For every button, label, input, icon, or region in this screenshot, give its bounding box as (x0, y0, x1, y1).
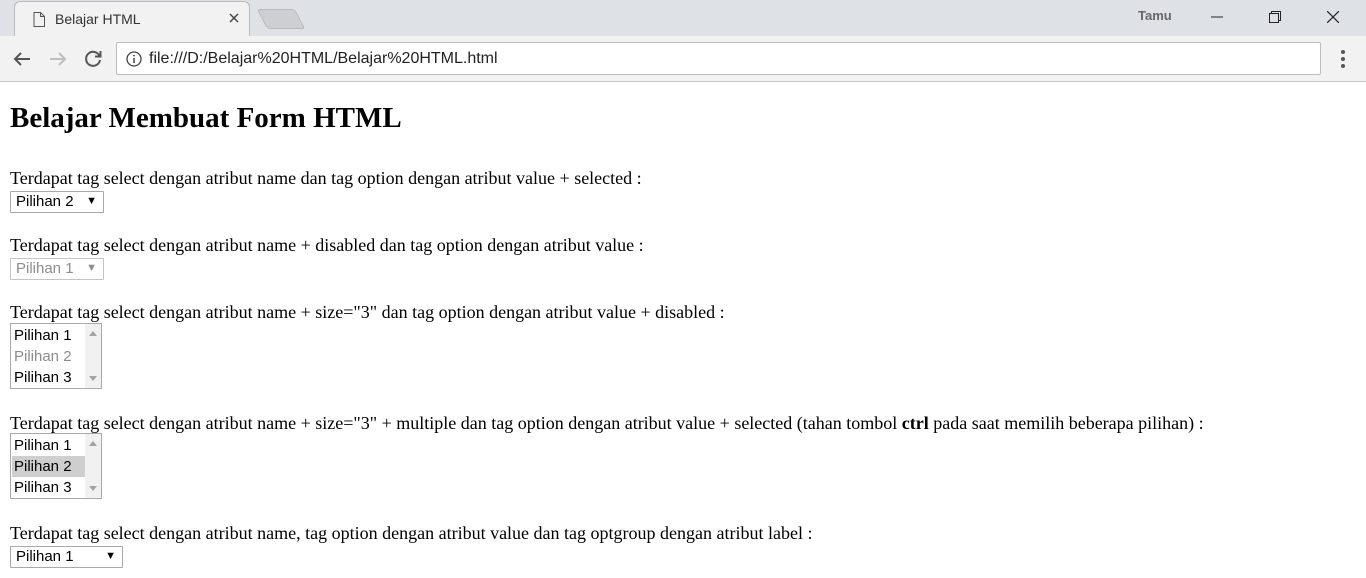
scroll-up-arrow-icon[interactable] (89, 441, 97, 446)
scroll-down-arrow-icon[interactable] (89, 376, 97, 381)
minimize-icon (1211, 16, 1223, 18)
list-option-3[interactable]: Pilihan 3 (12, 477, 86, 498)
page-icon (33, 12, 45, 27)
kebab-menu-icon[interactable] (1334, 47, 1352, 71)
reload-icon[interactable] (81, 47, 105, 71)
browser-toolbar: file:///D:/Belajar%20HTML/Belajar%20HTML… (0, 36, 1366, 82)
listbox-scrollbar[interactable] (85, 434, 101, 498)
restore-button[interactable] (1252, 0, 1298, 34)
select-value: Pilihan 1 (16, 548, 74, 565)
section-1-label: Terdapat tag select dengan atribut name … (10, 168, 642, 188)
scroll-up-arrow-icon[interactable] (89, 331, 97, 336)
tab-strip: Belajar HTML Tamu (0, 0, 1366, 36)
select-pilihan-selected[interactable]: Pilihan 2 ▼ (10, 191, 104, 213)
new-tab-button[interactable] (256, 9, 306, 29)
ctrl-keyword: ctrl (901, 413, 929, 433)
section-4-text-start: Terdapat tag select dengan atribut name … (10, 413, 902, 433)
section-3-label: Terdapat tag select dengan atribut name … (10, 302, 725, 322)
section-4-text-end: pada saat memilih beberapa pilihan) : (928, 413, 1204, 433)
select-optgroup[interactable]: Pilihan 1 ▼ (10, 546, 123, 568)
restore-icon (1269, 11, 1281, 23)
listbox-multiple[interactable]: Pilihan 1 Pilihan 2 Pilihan 3 (10, 433, 102, 499)
triangle-down-icon: ▼ (86, 262, 97, 274)
scroll-down-arrow-icon[interactable] (89, 486, 97, 491)
select-value: Pilihan 1 (16, 260, 74, 277)
address-bar[interactable]: file:///D:/Belajar%20HTML/Belajar%20HTML… (116, 42, 1321, 75)
window-close-button[interactable] (1310, 0, 1356, 34)
select-value: Pilihan 2 (16, 193, 74, 210)
close-icon (1327, 11, 1339, 23)
list-option-1[interactable]: Pilihan 1 (12, 325, 86, 346)
url-text[interactable]: file:///D:/Belajar%20HTML/Belajar%20HTML… (149, 50, 498, 68)
close-icon[interactable] (227, 11, 241, 25)
browser-tab[interactable]: Belajar HTML (14, 1, 250, 36)
tab-title: Belajar HTML (55, 11, 141, 27)
section-4-label: Terdapat tag select dengan atribut name … (10, 413, 1204, 434)
list-option-3[interactable]: Pilihan 3 (12, 367, 86, 388)
profile-label[interactable]: Tamu (1138, 8, 1172, 23)
info-icon[interactable] (126, 51, 142, 67)
list-option-2-selected[interactable]: Pilihan 2 (12, 456, 86, 477)
section-5-label: Terdapat tag select dengan atribut name,… (10, 523, 813, 543)
select-disabled: Pilihan 1 ▼ (10, 258, 104, 280)
minimize-button[interactable] (1194, 0, 1240, 34)
list-option-1[interactable]: Pilihan 1 (12, 435, 86, 456)
listbox-scrollbar[interactable] (85, 324, 101, 388)
triangle-down-icon: ▼ (105, 550, 116, 562)
triangle-down-icon: ▼ (86, 195, 97, 207)
page-title: Belajar Membuat Form HTML (10, 102, 402, 134)
list-option-2-disabled: Pilihan 2 (14, 348, 72, 365)
page-content: Belajar Membuat Form HTML Terdapat tag s… (0, 82, 1366, 578)
forward-arrow-icon[interactable] (46, 47, 70, 71)
section-2-label: Terdapat tag select dengan atribut name … (10, 235, 644, 255)
back-arrow-icon[interactable] (10, 47, 34, 71)
listbox-size-3[interactable]: Pilihan 1 Pilihan 2 Pilihan 3 (10, 323, 102, 389)
